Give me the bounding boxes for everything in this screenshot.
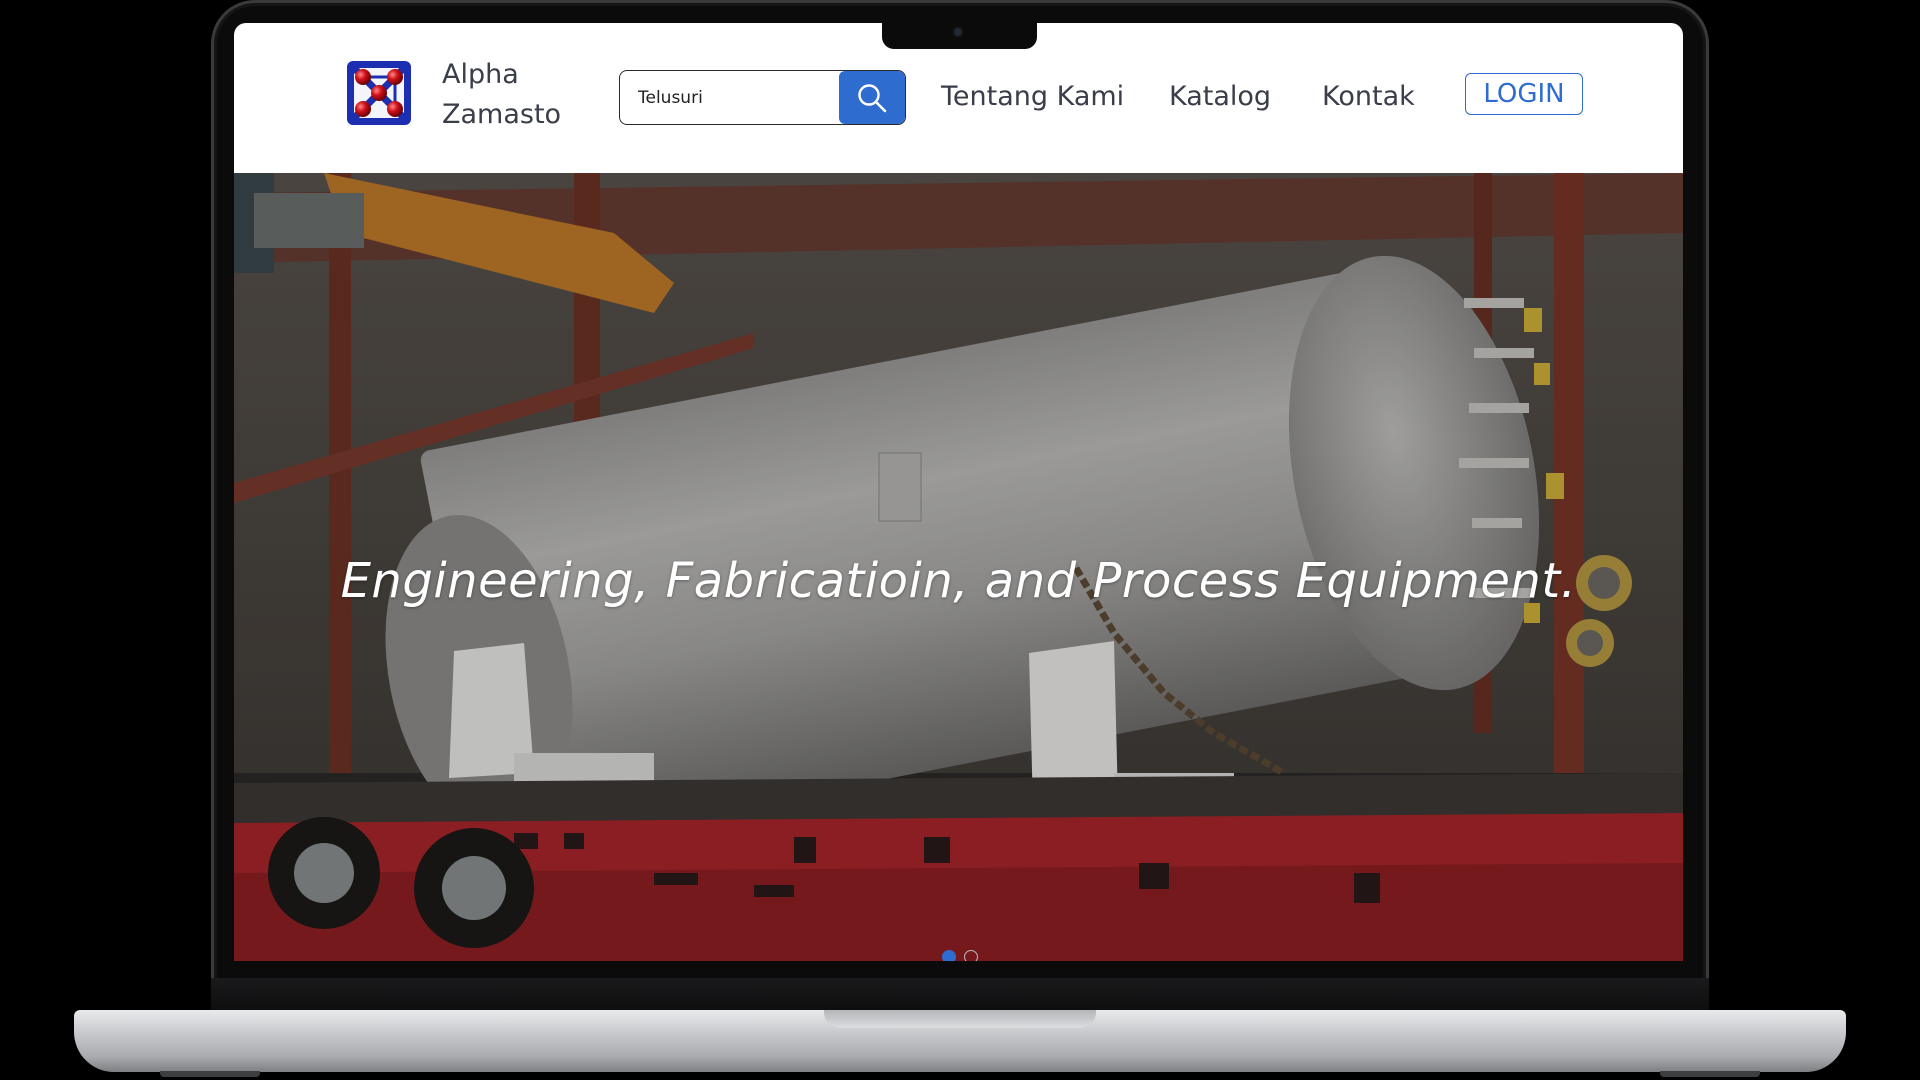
camera-icon [954, 28, 962, 36]
laptop-foot-left [160, 1071, 260, 1077]
carousel-dot-2[interactable] [964, 950, 978, 961]
brand-name-line1: Alpha [442, 59, 519, 90]
laptop-bezel-bottom [211, 978, 1709, 1012]
carousel-indicators [942, 950, 978, 961]
search-button[interactable] [839, 71, 905, 124]
brand-name-line2: Zamasto [442, 99, 562, 130]
search-bar [619, 70, 906, 125]
brand-name[interactable]: Alpha Zamasto [442, 55, 561, 135]
search-icon [858, 83, 887, 112]
camera-notch [882, 22, 1037, 49]
nav-link-tentang-kami[interactable]: Tentang Kami [941, 79, 1124, 115]
logo-icon[interactable] [345, 59, 413, 127]
nav-link-kontak[interactable]: Kontak [1322, 79, 1415, 115]
laptop-lid-groove [824, 1010, 1096, 1028]
hero-title: Engineering, Fabricatioin, and Process E… [340, 553, 1577, 609]
laptop-screen: Alpha Zamasto Tentang Kami Katalog Konta… [234, 23, 1683, 961]
search-input[interactable] [620, 71, 836, 124]
nav-link-katalog[interactable]: Katalog [1169, 79, 1271, 115]
laptop-foot-right [1660, 1071, 1760, 1077]
login-button[interactable]: LOGIN [1465, 73, 1583, 115]
hero-carousel: Engineering, Fabricatioin, and Process E… [234, 173, 1683, 961]
laptop-base [74, 1010, 1846, 1072]
carousel-dot-1[interactable] [942, 950, 956, 961]
